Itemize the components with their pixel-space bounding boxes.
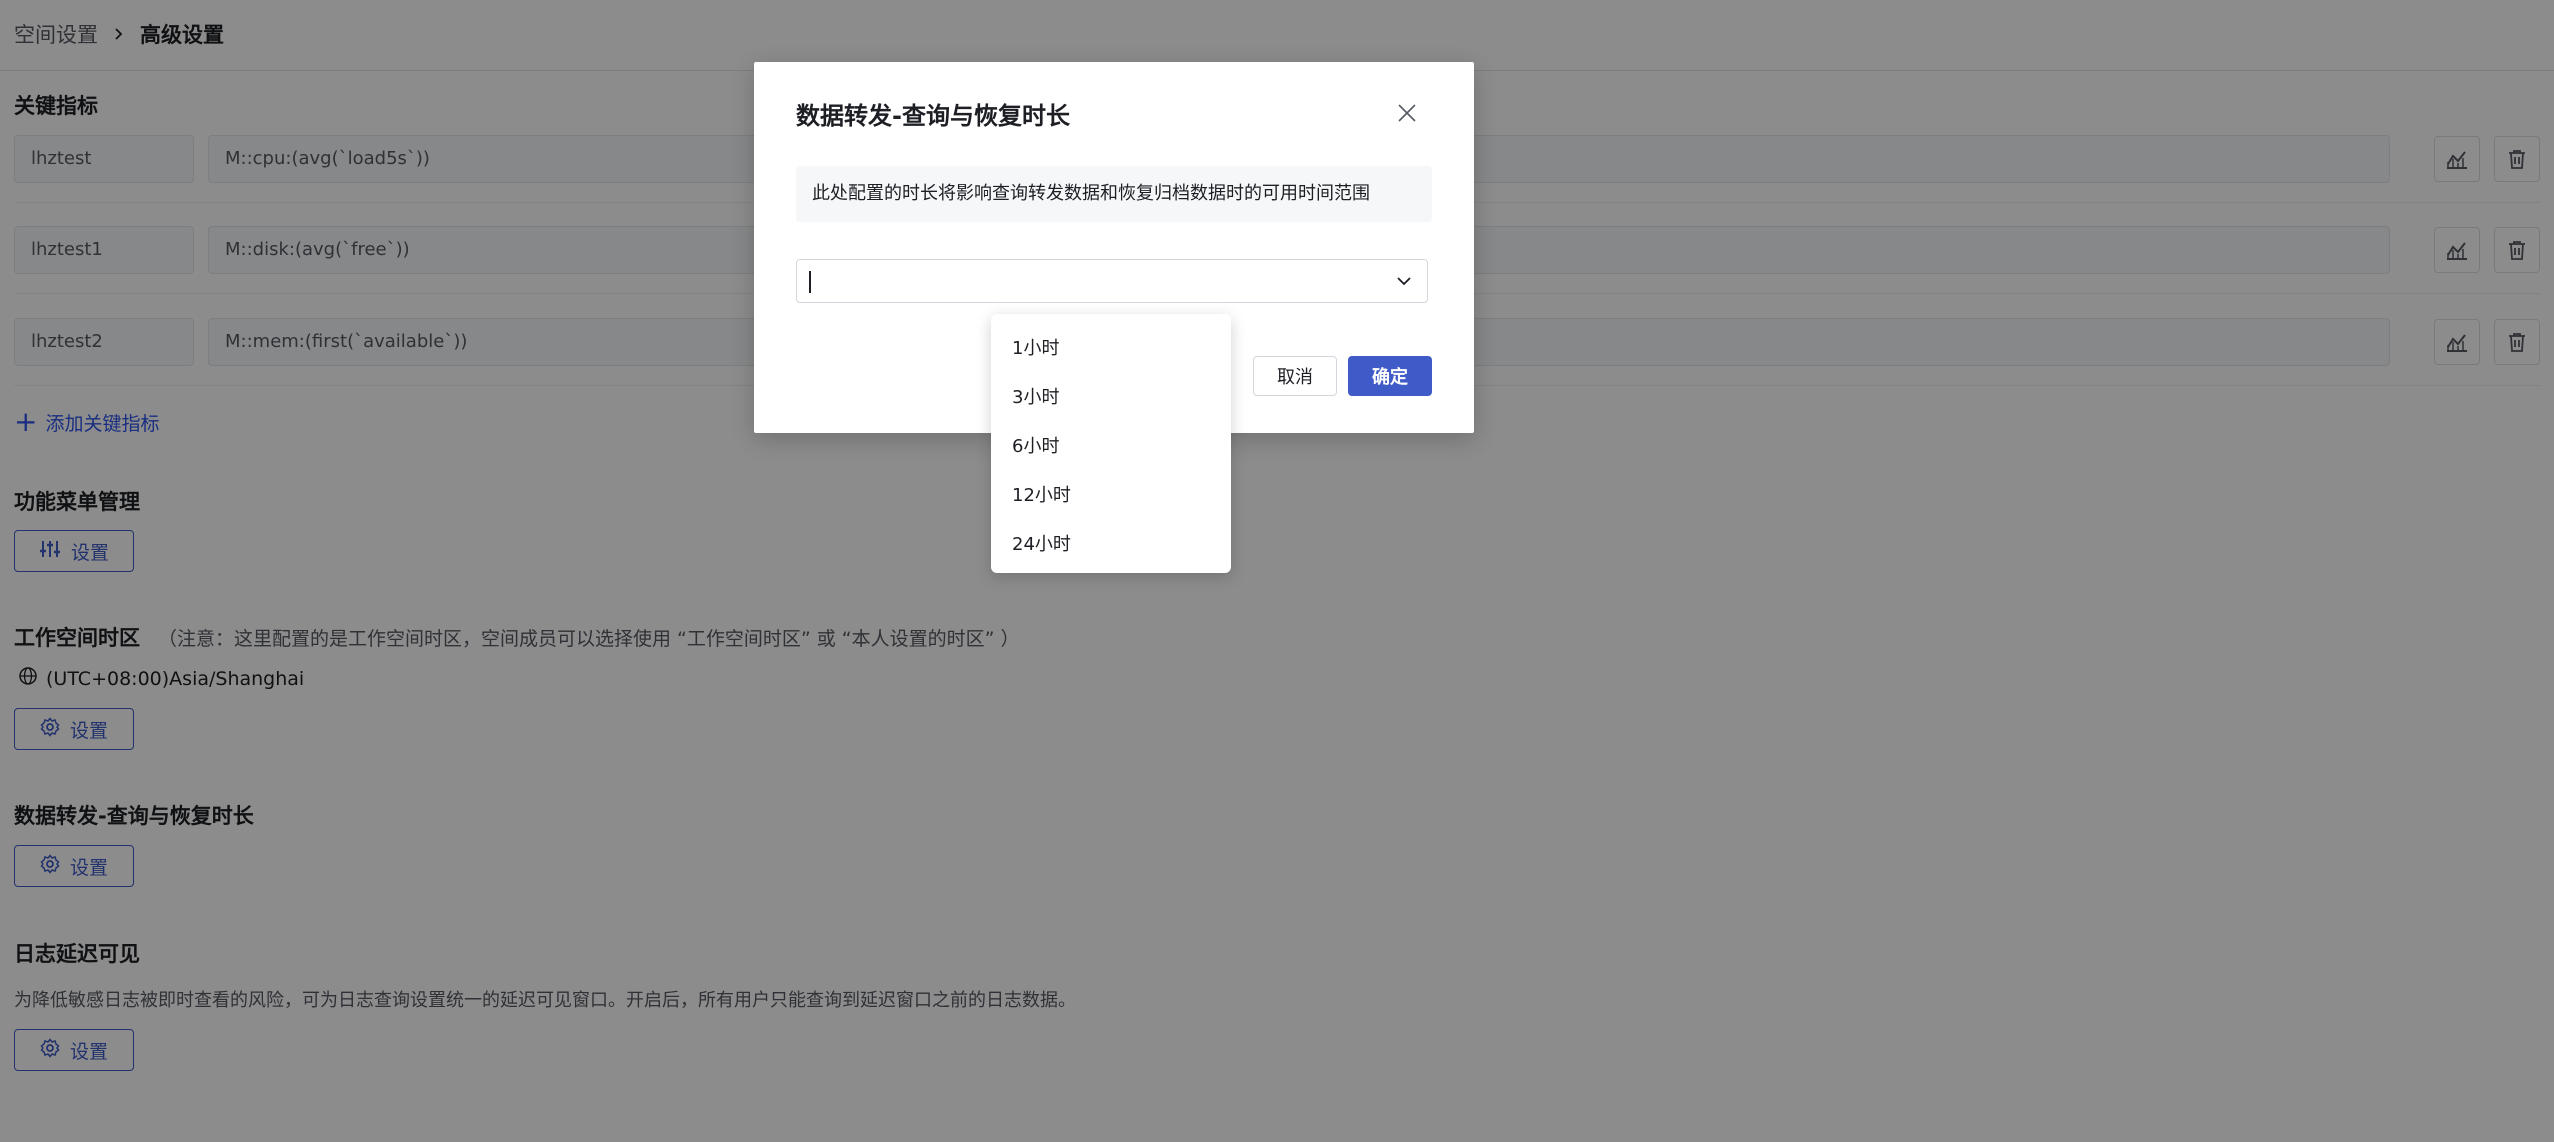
chevron-down-icon[interactable] — [1395, 272, 1413, 290]
duration-dropdown: 1小时 3小时 6小时 12小时 24小时 — [991, 314, 1231, 573]
dropdown-option-12h[interactable]: 12小时 — [991, 471, 1231, 520]
dropdown-option-1h[interactable]: 1小时 — [991, 324, 1231, 373]
modal-title: 数据转发-查询与恢复时长 — [796, 102, 1070, 130]
dropdown-option-24h[interactable]: 24小时 — [991, 520, 1231, 569]
cancel-button[interactable]: 取消 — [1253, 356, 1337, 396]
duration-select[interactable] — [796, 259, 1428, 303]
text-caret — [809, 271, 811, 293]
confirm-button[interactable]: 确定 — [1348, 356, 1432, 396]
dropdown-option-6h[interactable]: 6小时 — [991, 422, 1231, 471]
close-icon[interactable] — [1390, 96, 1424, 130]
modal-note: 此处配置的时长将影响查询转发数据和恢复归档数据时的可用时间范围 — [796, 166, 1432, 222]
dropdown-option-3h[interactable]: 3小时 — [991, 373, 1231, 422]
